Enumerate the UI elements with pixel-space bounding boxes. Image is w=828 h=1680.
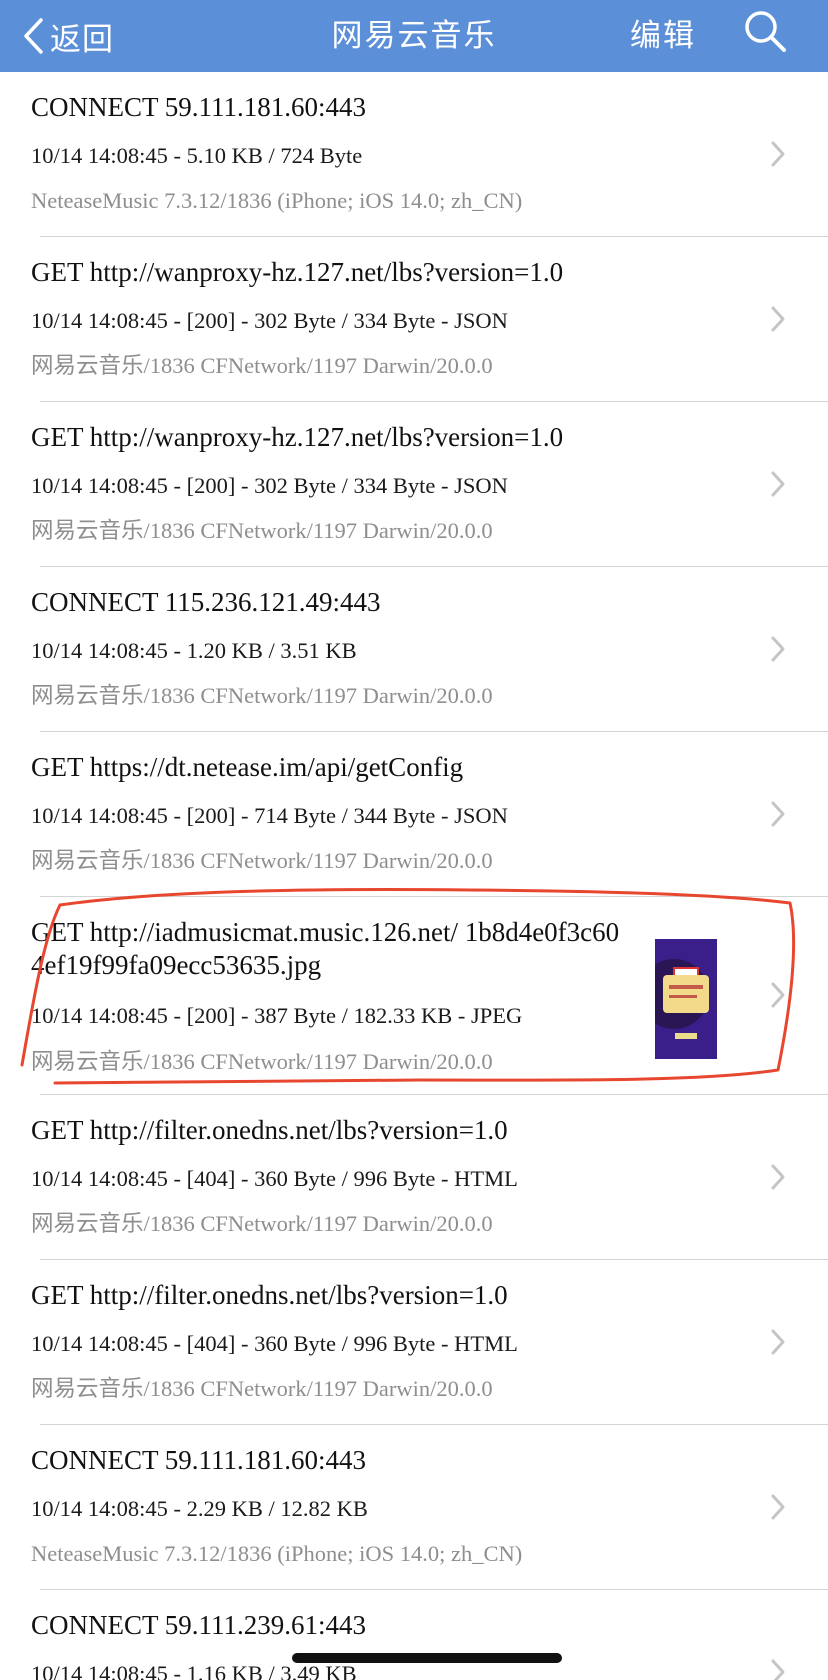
request-meta: 10/14 14:08:45 - [404] - 360 Byte / 996 … — [31, 1166, 518, 1191]
request-row[interactable]: GET https://dt.netease.im/api/getConfig … — [0, 732, 828, 897]
thumbnail-button — [675, 1033, 697, 1039]
back-button[interactable]: 返回 — [22, 10, 114, 62]
image-thumbnail — [655, 939, 717, 1059]
chevron-right-icon — [771, 636, 785, 662]
chevron-right-icon — [771, 1329, 785, 1355]
chevron-right-icon — [771, 1659, 785, 1680]
request-title: GET http://filter.onedns.net/lbs?version… — [31, 1115, 508, 1145]
back-label: 返回 — [50, 21, 114, 58]
thumbnail-text-line — [669, 995, 697, 998]
request-meta: 10/14 14:08:45 - [200] - 387 Byte / 182.… — [31, 1003, 523, 1028]
request-meta: 10/14 14:08:45 - [200] - 714 Byte / 344 … — [31, 803, 508, 828]
request-meta: 10/14 14:08:45 - 2.29 KB / 12.82 KB — [31, 1496, 368, 1521]
search-button[interactable] — [740, 6, 790, 56]
request-title: CONNECT 59.111.239.61:443 — [31, 1610, 367, 1640]
thumbnail-text-line — [669, 985, 703, 989]
request-meta: 10/14 14:08:45 - [200] - 302 Byte / 334 … — [31, 473, 508, 498]
request-title: GET http://iadmusicmat.music.126.net/ 1b… — [31, 917, 620, 980]
request-user-agent: 网易云音乐/1836 CFNetwork/1197 Darwin/20.0.0 — [31, 1376, 493, 1401]
chevron-right-icon — [771, 982, 785, 1008]
navigation-bar: 返回 网易云音乐 编辑 — [0, 0, 828, 72]
request-user-agent: 网易云音乐/1836 CFNetwork/1197 Darwin/20.0.0 — [31, 1049, 493, 1074]
chevron-right-icon — [771, 306, 785, 332]
edit-button[interactable]: 编辑 — [630, 10, 696, 62]
page-title: 网易云音乐 — [331, 18, 497, 54]
request-row[interactable]: GET http://wanproxy-hz.127.net/lbs?versi… — [0, 237, 828, 402]
request-list: CONNECT 59.111.181.60:443 10/14 14:08:45… — [0, 72, 828, 1680]
request-row[interactable]: GET http://wanproxy-hz.127.net/lbs?versi… — [0, 402, 828, 567]
chevron-right-icon — [771, 801, 785, 827]
request-row[interactable]: CONNECT 115.236.121.49:443 10/14 14:08:4… — [0, 567, 828, 732]
request-title: CONNECT 59.111.181.60:443 — [31, 92, 367, 122]
request-title: GET http://wanproxy-hz.127.net/lbs?versi… — [31, 257, 564, 287]
request-row[interactable]: CONNECT 59.111.239.61:443 10/14 14:08:45… — [0, 1590, 828, 1680]
request-meta: 10/14 14:08:45 - [200] - 302 Byte / 334 … — [31, 308, 508, 333]
chevron-right-icon — [771, 471, 785, 497]
request-user-agent: 网易云音乐/1836 CFNetwork/1197 Darwin/20.0.0 — [31, 518, 493, 543]
request-user-agent: 网易云音乐/1836 CFNetwork/1197 Darwin/20.0.0 — [31, 848, 493, 873]
chevron-right-icon — [771, 1494, 785, 1520]
request-row[interactable]: GET http://filter.onedns.net/lbs?version… — [0, 1260, 828, 1425]
request-title: GET http://filter.onedns.net/lbs?version… — [31, 1280, 508, 1310]
request-title: CONNECT 59.111.181.60:443 — [31, 1445, 367, 1475]
request-user-agent: 网易云音乐/1836 CFNetwork/1197 Darwin/20.0.0 — [31, 683, 493, 708]
request-user-agent: NeteaseMusic 7.3.12/1836 (iPhone; iOS 14… — [31, 188, 523, 213]
thumbnail-card — [663, 975, 709, 1013]
request-row[interactable]: CONNECT 59.111.181.60:443 10/14 14:08:45… — [0, 1425, 828, 1590]
chevron-right-icon — [771, 1164, 785, 1190]
request-row[interactable]: GET http://filter.onedns.net/lbs?version… — [0, 1095, 828, 1260]
request-title: CONNECT 115.236.121.49:443 — [31, 587, 381, 617]
request-user-agent: 网易云音乐/1836 CFNetwork/1197 Darwin/20.0.0 — [31, 353, 493, 378]
request-meta: 10/14 14:08:45 - 5.10 KB / 724 Byte — [31, 143, 363, 168]
chevron-right-icon — [771, 141, 785, 167]
home-indicator[interactable] — [292, 1653, 562, 1663]
request-user-agent: 网易云音乐/1836 CFNetwork/1197 Darwin/20.0.0 — [31, 1211, 493, 1236]
request-user-agent: NeteaseMusic 7.3.12/1836 (iPhone; iOS 14… — [31, 1541, 523, 1566]
request-meta: 10/14 14:08:45 - [404] - 360 Byte / 996 … — [31, 1331, 518, 1356]
request-meta: 10/14 14:08:45 - 1.20 KB / 3.51 KB — [31, 638, 357, 663]
request-row[interactable]: CONNECT 59.111.181.60:443 10/14 14:08:45… — [0, 72, 828, 237]
search-icon — [745, 11, 786, 52]
request-title: GET http://wanproxy-hz.127.net/lbs?versi… — [31, 422, 564, 452]
chevron-left-icon — [24, 18, 43, 54]
request-row-highlighted[interactable]: GET http://iadmusicmat.music.126.net/ 1b… — [0, 897, 828, 1095]
request-title: GET https://dt.netease.im/api/getConfig — [31, 752, 464, 782]
